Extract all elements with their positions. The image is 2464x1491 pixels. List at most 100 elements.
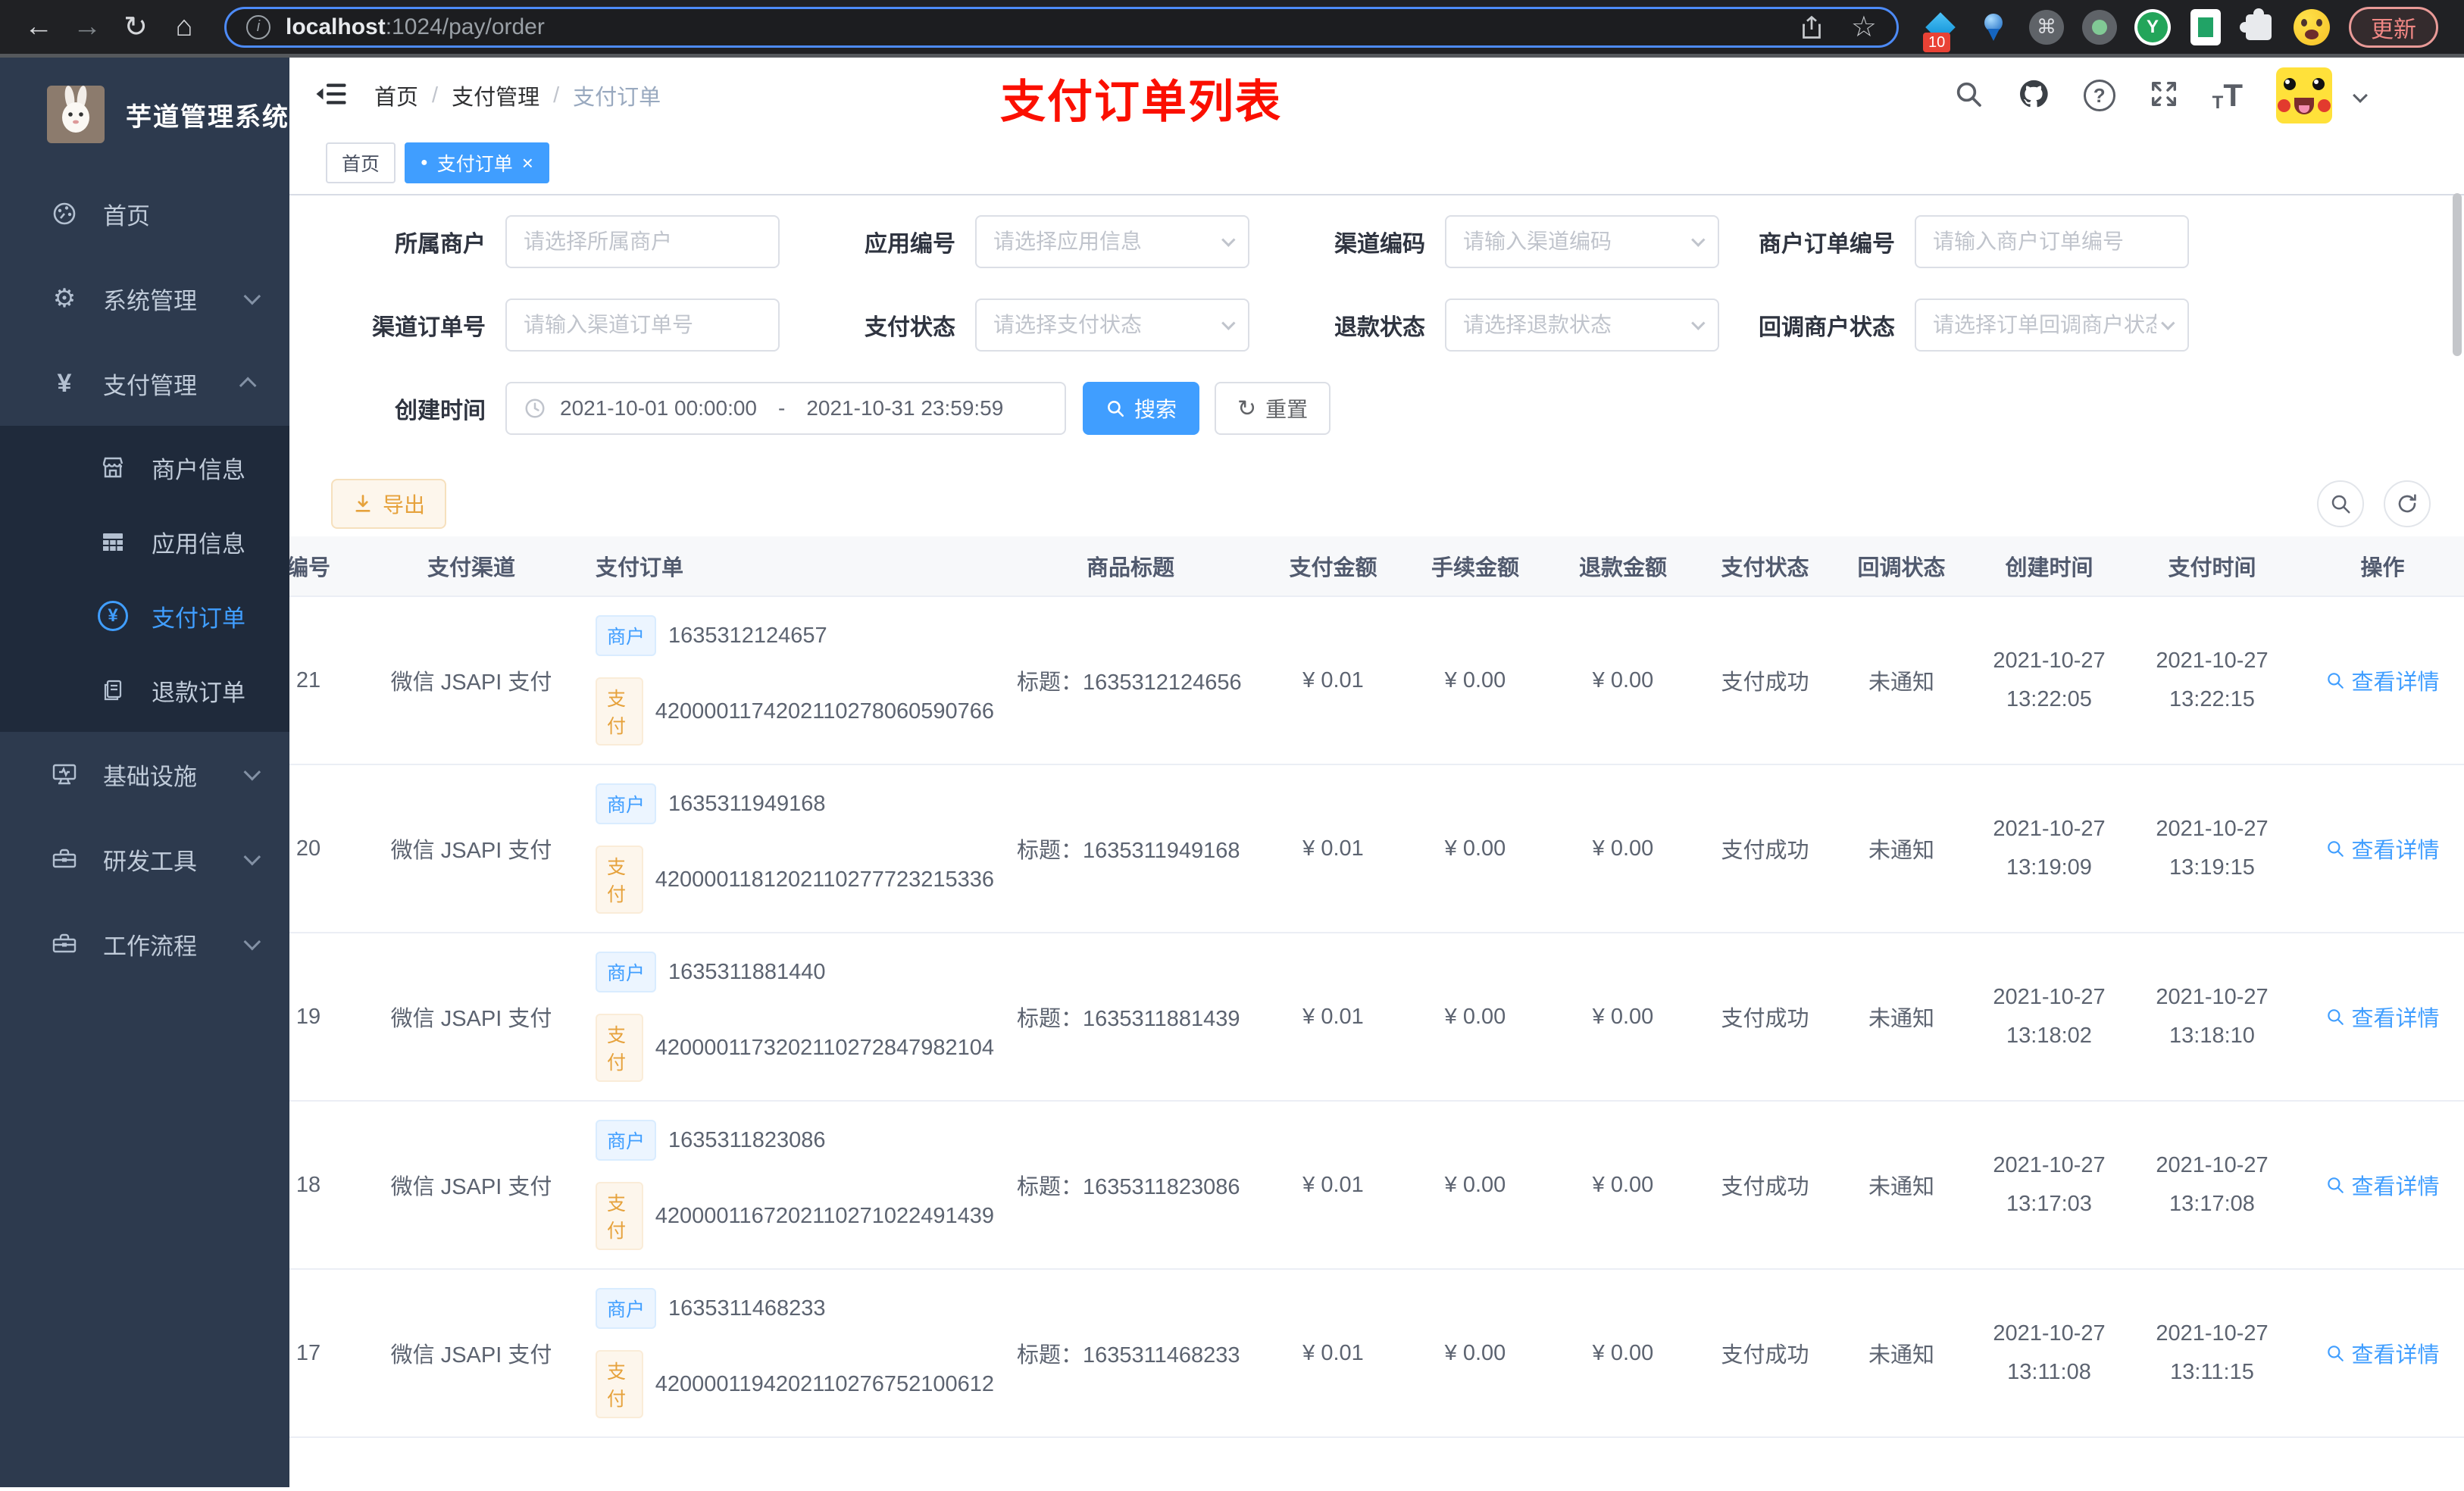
filter-refund-status: 退款状态 <box>1271 299 1740 352</box>
view-detail-link[interactable]: 查看详情 <box>2325 1001 2440 1033</box>
profile-avatar[interactable] <box>2293 8 2331 46</box>
breadcrumb-payment[interactable]: 支付管理 <box>452 80 539 111</box>
filter-app-id: 应用编号 <box>801 215 1271 268</box>
cell-order: 商户 1635311881440 支付 4200001173202110272847… <box>570 952 994 1082</box>
channel-order-no-input[interactable] <box>505 299 780 352</box>
close-icon[interactable]: × <box>522 153 533 173</box>
extension-y-icon[interactable]: Y <box>2134 8 2172 46</box>
extension-cmd-icon[interactable]: ⌘ <box>2028 8 2065 46</box>
cell-paid-time: 2021-10-27 13:18:10 <box>2156 985 2269 1048</box>
pay-tag: 支付 <box>596 1014 643 1082</box>
search-icon <box>2328 841 2344 857</box>
search-icon <box>2328 673 2344 689</box>
merchant-order-no-input[interactable] <box>1915 215 2189 268</box>
sidebar-item-merchant-info[interactable]: 商户信息 <box>0 430 289 505</box>
cell-fee-amount: ¥ 0.00 <box>1444 836 1506 861</box>
share-icon[interactable] <box>1798 14 1825 41</box>
user-avatar[interactable] <box>2276 67 2332 123</box>
view-detail-link[interactable]: 查看详情 <box>2325 833 2440 864</box>
cell-paid-time: 2021-10-27 13:19:15 <box>2156 817 2269 880</box>
sidebar-item-app-info[interactable]: 应用信息 <box>0 505 289 579</box>
pay-tag: 支付 <box>596 677 643 746</box>
sidebar-item-home[interactable]: 首页 <box>0 171 289 256</box>
toggle-search-button[interactable] <box>2317 480 2364 527</box>
cell-order: 商户 1635312124657 支付 4200001174202110278060… <box>570 615 994 746</box>
cell-paid-time: 2021-10-27 13:22:15 <box>2156 649 2269 711</box>
cell-fee-amount: ¥ 0.00 <box>1444 1004 1506 1029</box>
pay-status-select[interactable] <box>975 299 1249 352</box>
sidebar-item-system[interactable]: ⚙ 系统管理 <box>0 256 289 341</box>
app-id-select[interactable] <box>975 215 1249 268</box>
cell-title: 标题：1635311468233 <box>1017 1343 1240 1368</box>
chevron-down-icon <box>243 287 261 305</box>
sidebar-item-label: 首页 <box>103 202 150 230</box>
chevron-down-icon <box>243 848 261 866</box>
sidebar-item-infrastructure[interactable]: 基础设施 <box>0 732 289 817</box>
cell-callback-status: 未通知 <box>1868 670 1934 695</box>
search-icon[interactable] <box>1953 79 1984 113</box>
cell-title: 标题：1635311949168 <box>1017 839 1240 863</box>
sidebar-item-label: 应用信息 <box>152 530 245 558</box>
back-icon[interactable]: ← <box>17 5 61 49</box>
browser-menu-icon[interactable]: ⋮ <box>2453 10 2464 44</box>
sidebar-item-refund-order[interactable]: 退款订单 <box>0 653 289 727</box>
browser-update-button[interactable]: 更新 <box>2349 6 2438 48</box>
cell-title: 标题：1635311823086 <box>1017 1175 1240 1199</box>
extension-dot-icon[interactable] <box>2081 8 2118 46</box>
cell-created-time: 2021-10-27 13:11:08 <box>1993 1321 2106 1384</box>
help-icon[interactable]: ? <box>2083 80 2115 111</box>
font-size-icon[interactable]: TT <box>2212 77 2243 114</box>
extension-pin-icon[interactable] <box>1975 8 2012 46</box>
extensions-puzzle-icon[interactable] <box>2240 8 2278 46</box>
view-detail-link[interactable]: 查看详情 <box>2325 664 2440 696</box>
cell-pay-amount: ¥ 0.01 <box>1302 1340 1364 1365</box>
home-icon[interactable]: ⌂ <box>162 5 206 49</box>
search-icon <box>2331 495 2350 514</box>
channel-code-select[interactable] <box>1445 215 1719 268</box>
sidebar-item-payment[interactable]: ¥ 支付管理 <box>0 341 289 426</box>
search-icon <box>2328 1177 2344 1193</box>
fullscreen-icon[interactable] <box>2149 79 2179 113</box>
monitor-icon <box>47 761 82 787</box>
cell-created-time: 2021-10-27 13:18:02 <box>1993 985 2106 1048</box>
sidebar-fold-icon[interactable] <box>315 80 347 111</box>
sidebar-item-dev-tools[interactable]: 研发工具 <box>0 817 289 902</box>
export-button[interactable]: 导出 <box>331 479 447 529</box>
reload-icon[interactable]: ↻ <box>114 5 158 49</box>
cell-fee-amount: ¥ 0.00 <box>1444 667 1506 692</box>
date-range-input[interactable]: 2021-10-01 00:00:00 - 2021-10-31 23:59:5… <box>505 382 1066 435</box>
bookmark-star-icon[interactable]: ☆ <box>1851 10 1877 44</box>
address-bar[interactable]: i localhost:1024/pay/order ☆ <box>224 6 1899 48</box>
cell-refund-amount: ¥ 0.00 <box>1592 1004 1654 1029</box>
date-end: 2021-10-31 23:59:59 <box>806 396 1004 420</box>
sidebar-item-workflow[interactable]: 工作流程 <box>0 902 289 986</box>
extension-diamond-icon[interactable]: 10 <box>1921 8 1959 52</box>
cell-pay-status: 支付成功 <box>1721 1007 1809 1031</box>
cell-pay-amount: ¥ 0.01 <box>1302 1172 1364 1197</box>
merchant-input[interactable] <box>505 215 780 268</box>
reset-button[interactable]: ↻ 重置 <box>1215 382 1331 435</box>
page-scrollbar[interactable] <box>2453 193 2462 356</box>
tab-home[interactable]: 首页 <box>326 142 396 183</box>
tab-pay-order[interactable]: ● 支付订单 × <box>405 142 549 183</box>
search-icon <box>2328 1346 2344 1361</box>
merchant-tag: 商户 <box>596 1120 657 1161</box>
page-content: 所属商户 应用编号 渠道编码 <box>289 195 2464 1487</box>
refresh-table-button[interactable] <box>2384 480 2431 527</box>
cell-channel: 微信 JSAPI 支付 <box>390 839 552 863</box>
breadcrumb-home[interactable]: 首页 <box>374 80 418 111</box>
search-button[interactable]: 搜索 <box>1083 382 1200 435</box>
github-icon[interactable] <box>2017 77 2050 114</box>
search-icon <box>1108 401 1124 417</box>
extensions-area: 10 ⌘ Y <box>1921 8 2331 52</box>
site-info-icon[interactable]: i <box>246 14 270 39</box>
app-logo-row[interactable]: 芋道管理系统 <box>0 58 289 171</box>
view-detail-link[interactable]: 查看详情 <box>2325 1169 2440 1201</box>
callback-status-select[interactable] <box>1915 299 2189 352</box>
forward-icon[interactable]: → <box>65 5 109 49</box>
extension-doc-icon[interactable] <box>2187 8 2225 46</box>
refund-status-select[interactable] <box>1445 299 1719 352</box>
sidebar-item-pay-order[interactable]: ¥ 支付订单 <box>0 579 289 653</box>
avatar-caret-icon[interactable] <box>2353 88 2368 103</box>
view-detail-link[interactable]: 查看详情 <box>2325 1337 2440 1369</box>
